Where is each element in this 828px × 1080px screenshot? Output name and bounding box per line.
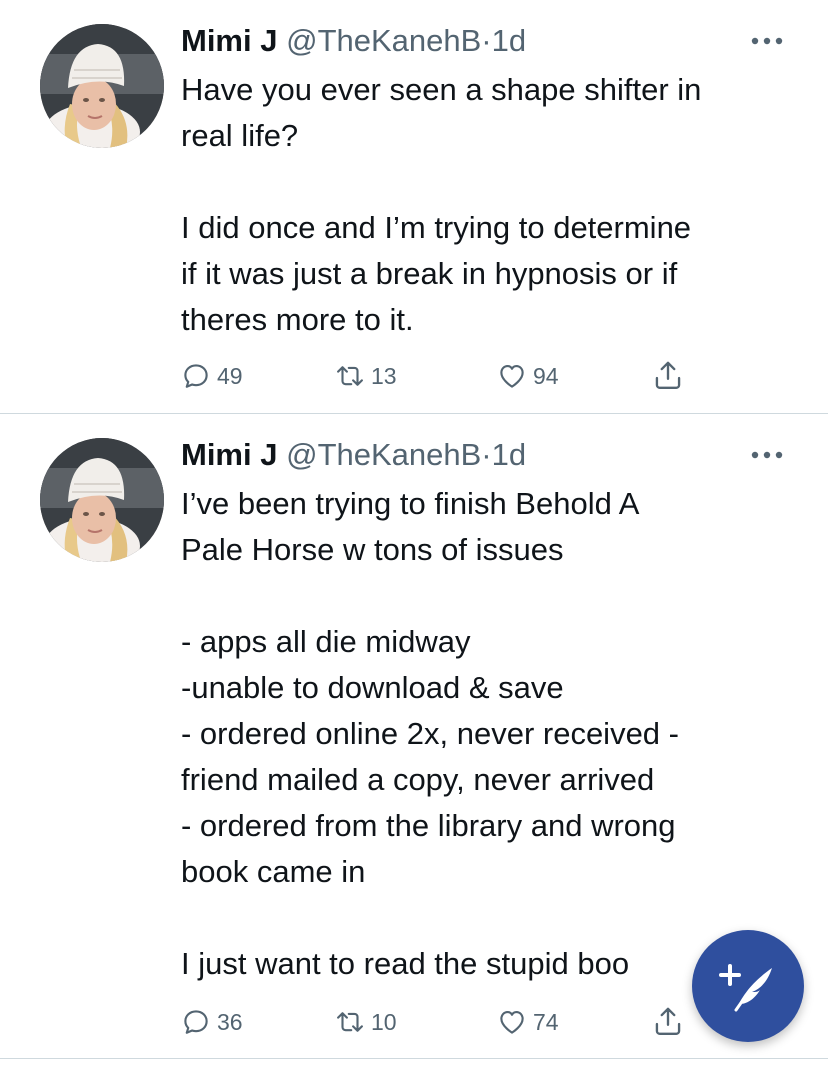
retweet-icon (337, 1012, 363, 1032)
compose-tweet-icon (719, 964, 772, 1012)
tweet-divider (0, 1058, 828, 1059)
timestamp[interactable]: 1d (492, 23, 526, 58)
display-name[interactable]: Mimi J (181, 23, 277, 58)
reply-icon (184, 1010, 208, 1034)
display-name[interactable]: Mimi J (181, 437, 277, 472)
more-horizontal-icon[interactable] (750, 450, 784, 460)
reply-count: 49 (217, 362, 243, 389)
share-icon[interactable] (651, 1004, 685, 1040)
timestamp[interactable]: 1d (492, 437, 526, 472)
avatar[interactable] (40, 438, 164, 562)
like-count: 74 (533, 1008, 559, 1035)
like-count: 94 (533, 362, 559, 389)
like-button[interactable]: 94 (497, 358, 559, 394)
handle[interactable]: @TheKanehB (286, 437, 481, 472)
separator-dot: · (481, 23, 492, 58)
heart-icon (500, 364, 524, 388)
reply-count: 36 (217, 1008, 243, 1035)
like-button[interactable]: 74 (497, 1004, 559, 1040)
separator-dot: · (481, 437, 492, 472)
tweet-text: Have you ever seen a shape shifter in re… (181, 72, 702, 337)
avatar-photo (40, 24, 164, 148)
tweet-actions: 49 13 94 (181, 358, 741, 394)
handle[interactable]: @TheKanehB (286, 23, 481, 58)
retweet-count: 10 (371, 1008, 397, 1035)
reply-icon (184, 364, 208, 388)
tweet-text: I’ve been trying to finish Behold A Pale… (181, 486, 679, 981)
reply-button[interactable]: 36 (181, 1004, 243, 1040)
avatar[interactable] (40, 24, 164, 148)
heart-icon (500, 1010, 524, 1034)
compose-tweet-button[interactable] (692, 930, 804, 1042)
share-icon[interactable] (651, 358, 685, 394)
tweet[interactable]: Mimi J @TheKanehB·1d Have you ever seen … (0, 0, 828, 413)
reply-button[interactable]: 49 (181, 358, 243, 394)
retweet-button[interactable]: 10 (335, 1004, 397, 1040)
avatar-photo (40, 438, 164, 562)
tweet-actions: 36 10 74 (181, 1004, 741, 1040)
tweet-header: Mimi J @TheKanehB·1d (181, 22, 738, 60)
retweet-count: 13 (371, 362, 397, 389)
retweet-button[interactable]: 13 (335, 358, 397, 394)
retweet-icon (337, 366, 363, 386)
more-horizontal-icon[interactable] (750, 36, 784, 46)
tweet-header: Mimi J @TheKanehB·1d (181, 436, 738, 474)
